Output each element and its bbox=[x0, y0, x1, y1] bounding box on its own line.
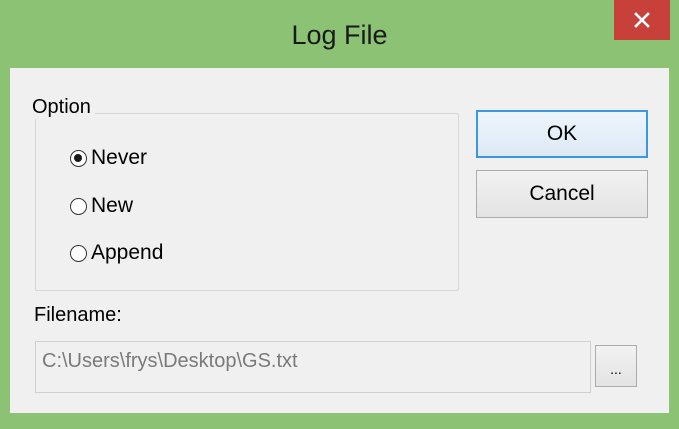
radio-new-label: New bbox=[91, 194, 134, 217]
radio-button-checked-icon[interactable] bbox=[70, 149, 87, 167]
close-icon bbox=[634, 12, 650, 28]
radio-button-icon[interactable] bbox=[70, 197, 87, 215]
dialog-client-area: Option Never New Append OK Cancel Filena… bbox=[10, 68, 669, 413]
radio-never-label: Never bbox=[91, 146, 148, 169]
radio-append[interactable]: Append bbox=[70, 241, 163, 265]
log-file-dialog: Log File Option Never New Append OK Canc… bbox=[0, 0, 679, 429]
radio-new[interactable]: New bbox=[70, 194, 133, 218]
close-button[interactable] bbox=[614, 0, 670, 40]
filename-label: Filename: bbox=[34, 304, 122, 326]
cancel-button[interactable]: Cancel bbox=[476, 170, 648, 218]
title-bar[interactable]: Log File bbox=[0, 0, 679, 78]
option-group-legend: Option bbox=[28, 96, 95, 119]
browse-button[interactable]: ... bbox=[595, 345, 637, 387]
radio-append-label: Append bbox=[91, 241, 164, 264]
window-title: Log File bbox=[291, 20, 388, 50]
ok-button[interactable]: OK bbox=[476, 110, 648, 158]
radio-never[interactable]: Never bbox=[70, 146, 147, 170]
filename-field[interactable]: C:\Users\frys\Desktop\GS.txt bbox=[35, 341, 591, 393]
radio-button-icon[interactable] bbox=[70, 244, 87, 262]
